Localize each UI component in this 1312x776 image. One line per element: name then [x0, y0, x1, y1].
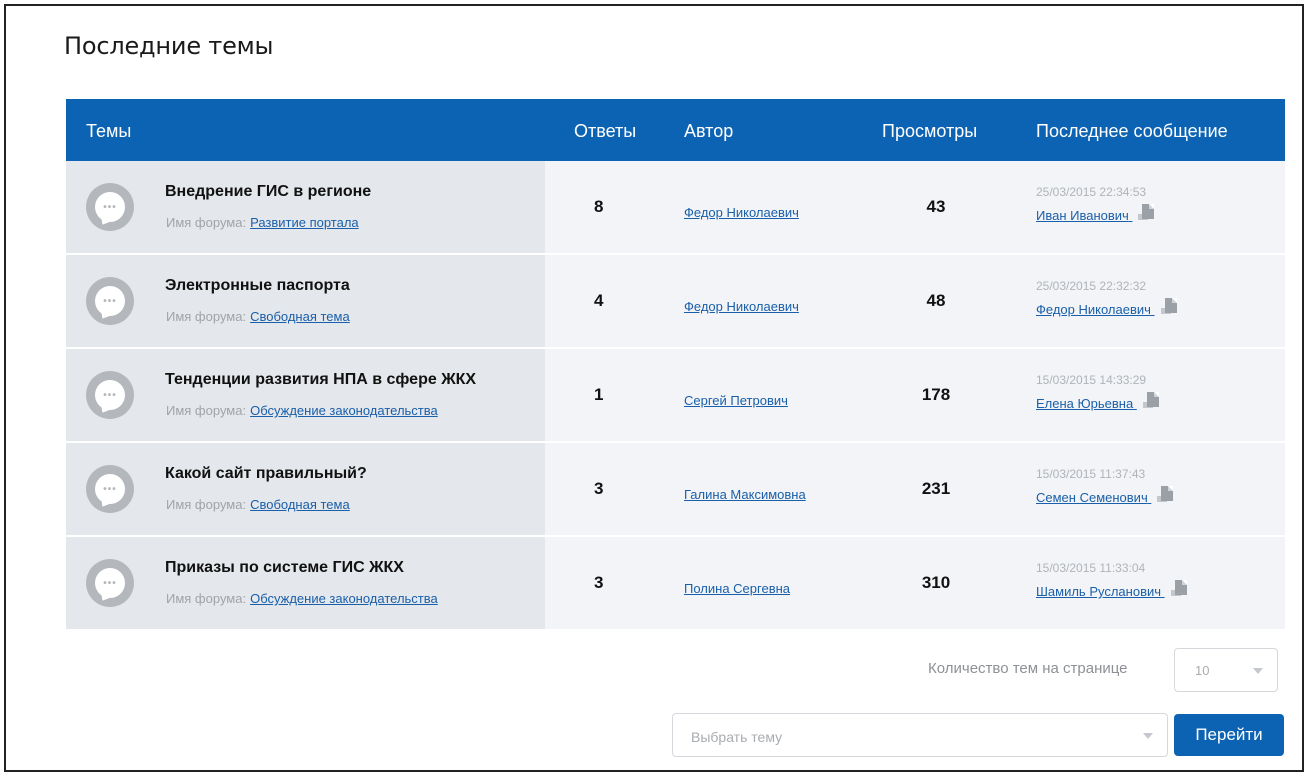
last-author-link[interactable]: Шамиль Русланович [1036, 584, 1161, 599]
go-button[interactable]: Перейти [1174, 714, 1284, 756]
views-count: 231 [921, 479, 951, 498]
topic-cell [66, 443, 545, 535]
table-row: ••• Внедрение ГИС в регионе Имя форума: Р… [66, 161, 1285, 255]
header-topics: Темы [86, 121, 132, 141]
per-page-select[interactable]: 10 [1174, 648, 1278, 692]
topic-title[interactable]: Какой сайт правильный? [165, 465, 367, 483]
chat-bubble-icon: ••• [86, 277, 134, 325]
views-count: 43 [926, 197, 946, 216]
forum-link[interactable]: Развитие портала [250, 215, 359, 230]
forum-label: Имя форума: [166, 403, 247, 418]
table-row: ••• Приказы по системе ГИС ЖКХ Имя форум… [66, 537, 1285, 631]
topic-select-placeholder: Выбрать тему [691, 729, 783, 745]
answers-count: 4 [594, 291, 604, 310]
last-message-author: Иван Иванович [1036, 204, 1158, 224]
goto-message-icon[interactable] [1142, 392, 1163, 412]
forum-line: Имя форума: Обсуждение законодательства [166, 403, 438, 418]
chevron-down-icon [1253, 668, 1263, 674]
topic-cell [66, 537, 545, 629]
topic-cell [66, 255, 545, 347]
header-author: Автор [684, 121, 734, 141]
chat-bubble-icon: ••• [86, 559, 134, 607]
forum-label: Имя форума: [166, 497, 247, 512]
forum-line: Имя форума: Свободная тема [166, 309, 350, 324]
forum-label: Имя форума: [166, 591, 247, 606]
goto-message-icon[interactable] [1170, 580, 1191, 600]
table-row: ••• Электронные паспорта Имя форума: Своб… [66, 255, 1285, 349]
last-message-date: 15/03/2015 14:33:29 [1036, 373, 1147, 387]
author-link[interactable]: Федор Николаевич [684, 299, 799, 314]
last-message-author: Шамиль Русланович [1036, 580, 1191, 600]
last-message-date: 15/03/2015 11:33:04 [1036, 561, 1146, 575]
goto-message-icon[interactable] [1138, 204, 1158, 224]
last-author-link[interactable]: Елена Юрьевна [1036, 396, 1133, 411]
forum-link[interactable]: Свободная тема [250, 497, 350, 512]
topic-title[interactable]: Тенденции развития НПА в сфере ЖКХ [165, 371, 476, 389]
author-link[interactable]: Галина Максимовна [684, 487, 806, 502]
last-message-date: 25/03/2015 22:34:53 [1036, 185, 1147, 199]
forum-line: Имя форума: Развитие портала [166, 215, 359, 230]
chevron-down-icon [1143, 733, 1153, 739]
forum-label: Имя форума: [166, 215, 247, 230]
forum-link[interactable]: Обсуждение законодательства [250, 403, 438, 418]
table-row: ••• Тенденции развития НПА в сфере ЖКХ И… [66, 349, 1285, 443]
topic-cell [66, 349, 545, 441]
forum-line: Имя форума: Обсуждение законодательства [166, 591, 438, 606]
last-message-author: Семен Семенович [1036, 486, 1177, 506]
last-message-date: 25/03/2015 22:32:32 [1036, 279, 1147, 293]
topics-table: Темы Ответы Автор Просмотры Последнее со… [66, 99, 1285, 631]
last-author-link[interactable]: Федор Николаевич [1036, 302, 1151, 317]
header-answers: Ответы [574, 121, 637, 141]
answers-count: 3 [594, 479, 604, 498]
views-count: 48 [926, 291, 946, 310]
per-page-label: Количество тем на странице [928, 660, 1128, 677]
last-author-link[interactable]: Семен Семенович [1036, 490, 1148, 505]
topic-select[interactable]: Выбрать тему [672, 713, 1168, 757]
views-count: 178 [921, 385, 951, 404]
last-author-link[interactable]: Иван Иванович [1036, 208, 1129, 223]
chat-bubble-icon: ••• [86, 371, 134, 419]
per-page-value: 10 [1195, 663, 1210, 678]
author-link[interactable]: Сергей Петрович [684, 393, 788, 408]
goto-message-icon[interactable] [1157, 486, 1177, 506]
forum-panel: Последние темы Темы Ответы Автор Просмот… [4, 4, 1304, 772]
chat-bubble-icon: ••• [86, 183, 134, 231]
answers-count: 8 [594, 197, 604, 216]
author-link[interactable]: Федор Николаевич [684, 205, 799, 220]
chat-bubble-icon: ••• [86, 465, 134, 513]
header-last-message: Последнее сообщение [1036, 121, 1228, 141]
topic-title[interactable]: Приказы по системе ГИС ЖКХ [165, 559, 404, 577]
author-link[interactable]: Полина Сергевна [684, 581, 790, 596]
forum-link[interactable]: Свободная тема [250, 309, 350, 324]
last-message-author: Елена Юрьевна [1036, 392, 1163, 412]
forum-label: Имя форума: [166, 309, 247, 324]
views-count: 310 [921, 573, 951, 592]
answers-count: 3 [594, 573, 604, 592]
last-message-date: 15/03/2015 11:37:43 [1036, 467, 1146, 481]
topic-title[interactable]: Электронные паспорта [165, 277, 350, 295]
page-title: Последние темы [64, 32, 274, 60]
answers-count: 1 [594, 385, 604, 404]
forum-link[interactable]: Обсуждение законодательства [250, 591, 438, 606]
table-header: Темы Ответы Автор Просмотры Последнее со… [66, 99, 1285, 161]
topic-cell [66, 161, 545, 253]
goto-message-icon[interactable] [1160, 298, 1181, 318]
header-views: Просмотры [882, 121, 978, 141]
topic-title[interactable]: Внедрение ГИС в регионе [165, 183, 371, 201]
table-row: ••• Какой сайт правильный? Имя форума: Св… [66, 443, 1285, 537]
last-message-author: Федор Николаевич [1036, 298, 1181, 318]
forum-line: Имя форума: Свободная тема [166, 497, 350, 512]
